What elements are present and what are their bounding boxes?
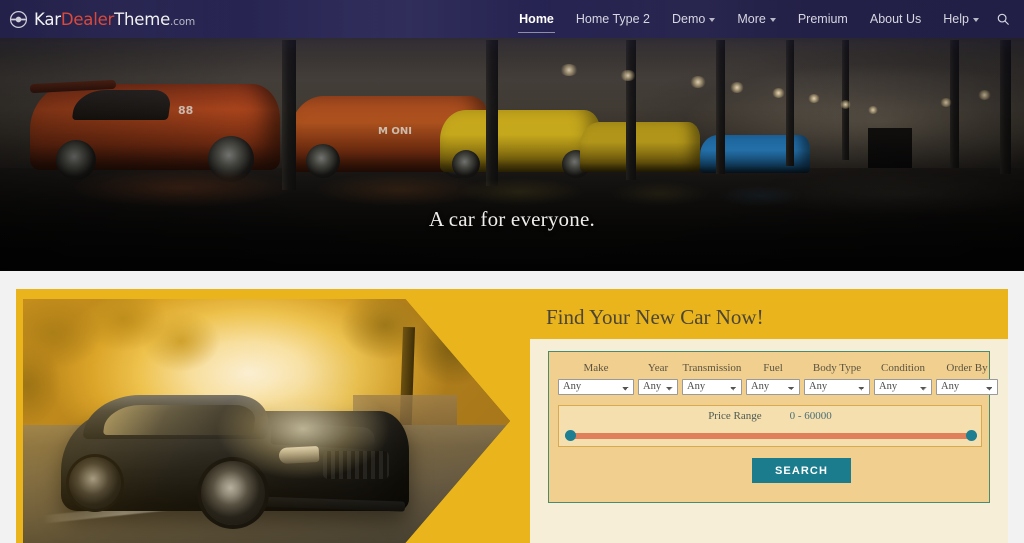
filter-label-order-by: Order By bbox=[946, 362, 988, 374]
logo-wordmark: KarDealerTheme.com bbox=[34, 10, 195, 29]
price-range-slider[interactable] bbox=[565, 430, 977, 441]
body-type-select[interactable]: Any bbox=[804, 379, 870, 395]
nav-item-home-type-2[interactable]: Home Type 2 bbox=[565, 0, 661, 38]
price-range-box: Price Range 0 - 60000 bbox=[558, 405, 982, 447]
transmission-select[interactable]: Any bbox=[682, 379, 742, 395]
nav-label: Home Type 2 bbox=[575, 12, 651, 26]
site-header: KarDealerTheme.com Home Home Type 2 Demo… bbox=[0, 0, 1024, 38]
filter-transmission: Transmission Any bbox=[682, 362, 742, 395]
nav-item-premium[interactable]: Premium bbox=[787, 0, 859, 38]
nav-item-help[interactable]: Help bbox=[932, 0, 990, 38]
filter-label-make: Make bbox=[583, 362, 609, 374]
mustang-headlight bbox=[278, 445, 320, 465]
steering-wheel-icon bbox=[9, 10, 28, 28]
nav-item-about-us[interactable]: About Us bbox=[859, 0, 932, 38]
filter-make: Make Any bbox=[558, 362, 634, 395]
logo-text-theme: Theme bbox=[114, 9, 171, 29]
search-toggle-button[interactable] bbox=[990, 0, 1016, 38]
search-button[interactable]: SEARCH bbox=[752, 458, 851, 483]
search-form-title: Find Your New Car Now! bbox=[546, 305, 764, 329]
nav-item-demo[interactable]: Demo bbox=[661, 0, 726, 38]
search-form-container: Make Any Year Any Transmission Any Fuel … bbox=[530, 339, 1008, 543]
filter-fuel: Fuel Any bbox=[746, 362, 800, 395]
mustang-grille bbox=[323, 451, 389, 479]
nav-item-more[interactable]: More bbox=[726, 0, 786, 38]
nav-label: Demo bbox=[672, 12, 706, 26]
filter-label-condition: Condition bbox=[880, 362, 925, 374]
mustang-rear-wheel bbox=[69, 457, 121, 509]
fuel-select[interactable]: Any bbox=[746, 379, 800, 395]
filter-year: Year Any bbox=[638, 362, 678, 395]
price-range-header: Price Range 0 - 60000 bbox=[559, 406, 981, 422]
logo-text-dealer: Dealer bbox=[60, 9, 115, 29]
search-icon bbox=[997, 13, 1009, 25]
main-navigation: Home Home Type 2 Demo More Premium About… bbox=[508, 0, 1016, 38]
chevron-down-icon bbox=[709, 18, 716, 22]
filter-label-year: Year bbox=[647, 362, 669, 374]
featured-car-image bbox=[23, 299, 510, 543]
logo-text-com: .com bbox=[170, 15, 196, 28]
car-search-section: Find Your New Car Now! Make Any Year Any bbox=[0, 271, 1024, 543]
price-range-value: 0 - 60000 bbox=[789, 410, 832, 422]
hero-banner: 88 M ONI A car for everyone. bbox=[0, 0, 1024, 271]
logo-text-kar: Kar bbox=[34, 9, 61, 29]
slider-track bbox=[565, 433, 977, 439]
search-form-inner-panel: Make Any Year Any Transmission Any Fuel … bbox=[548, 351, 998, 503]
filter-order-by: Order By Any bbox=[936, 362, 998, 395]
slider-handle-min[interactable] bbox=[565, 430, 576, 441]
order-by-select[interactable]: Any bbox=[936, 379, 998, 395]
nav-label: Home bbox=[519, 12, 554, 26]
nav-item-home[interactable]: Home bbox=[508, 0, 565, 38]
filter-label-body-type: Body Type bbox=[812, 362, 862, 374]
make-select[interactable]: Any bbox=[558, 379, 634, 395]
chevron-down-icon bbox=[973, 18, 979, 22]
site-logo[interactable]: KarDealerTheme.com bbox=[9, 10, 195, 29]
search-panel: Find Your New Car Now! Make Any Year Any bbox=[16, 289, 1008, 543]
price-range-label: Price Range bbox=[708, 410, 762, 422]
slider-handle-max[interactable] bbox=[966, 430, 977, 441]
mustang-windshield bbox=[102, 405, 258, 435]
nav-label: About Us bbox=[869, 12, 922, 26]
condition-select[interactable]: Any bbox=[874, 379, 932, 395]
nav-label: Help bbox=[943, 12, 969, 26]
filter-condition: Condition Any bbox=[874, 362, 932, 395]
filter-label-transmission: Transmission bbox=[682, 362, 742, 374]
filter-body-type: Body Type Any bbox=[804, 362, 870, 395]
filter-fields-row: Make Any Year Any Transmission Any Fuel … bbox=[558, 362, 998, 395]
year-select[interactable]: Any bbox=[638, 379, 678, 395]
hero-caption: A car for everyone. bbox=[429, 207, 595, 231]
mustang-front-wheel bbox=[201, 461, 265, 525]
filter-label-fuel: Fuel bbox=[763, 362, 783, 374]
nav-label: More bbox=[737, 12, 766, 26]
nav-label: Premium bbox=[797, 12, 848, 26]
chevron-down-icon bbox=[769, 18, 776, 22]
